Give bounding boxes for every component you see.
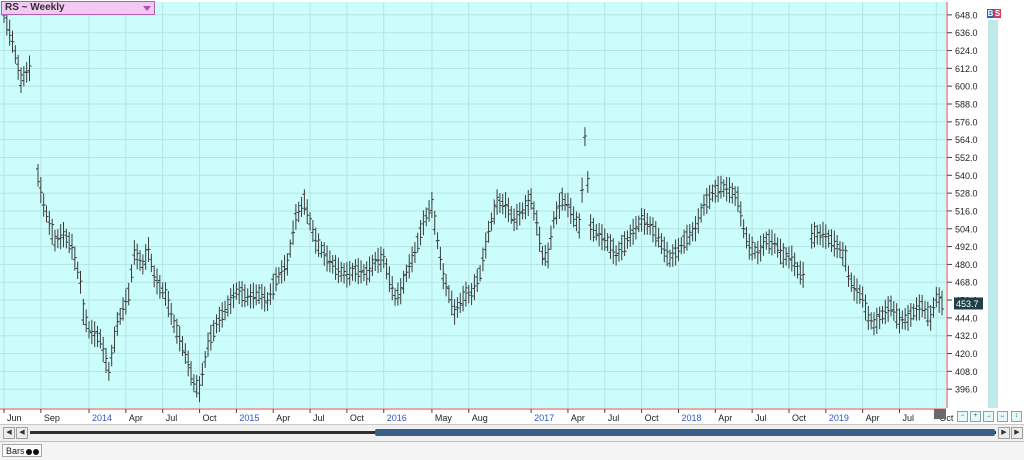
last-price-marker: 453.7 bbox=[954, 297, 983, 310]
x-tick-label: Oct bbox=[203, 413, 218, 423]
y-tick-label: 624.0 bbox=[955, 46, 978, 56]
y-tick-label: 576.0 bbox=[955, 117, 978, 127]
y-tick-label: 636.0 bbox=[955, 28, 978, 38]
buy-badge[interactable]: B bbox=[987, 9, 994, 18]
y-tick-label: 432.0 bbox=[955, 331, 978, 341]
x-tick-label: May bbox=[435, 413, 453, 423]
sell-badge[interactable]: S bbox=[994, 9, 1001, 18]
x-tick-label: Jul bbox=[166, 413, 178, 423]
x-tick-label: Aug bbox=[472, 413, 488, 423]
price-chart: 648.0 636.0 624.0 612.0 600.0 588.0 576.0 564.0… bbox=[0, 2, 1002, 424]
status-bar: Bars bbox=[0, 441, 1024, 460]
scroll-thumb[interactable] bbox=[375, 429, 995, 436]
glasses-icon bbox=[26, 449, 32, 455]
x-tick-label: Jul bbox=[902, 413, 914, 423]
y-tick-label: 480.0 bbox=[955, 260, 978, 270]
fit-icon[interactable]: ↔ bbox=[997, 411, 1008, 422]
symbol-selector[interactable]: RS ~ Weekly bbox=[1, 1, 155, 15]
x-tick-label: 2019 bbox=[829, 413, 849, 423]
x-tick-label: Sep bbox=[44, 413, 60, 423]
x-tick-label: Apr bbox=[276, 413, 290, 423]
y-tick-label: 552.0 bbox=[955, 153, 978, 163]
bottom-right-marker bbox=[934, 409, 946, 419]
x-tick-label: Oct bbox=[645, 413, 660, 423]
scroll-end-icon[interactable]: → bbox=[983, 411, 994, 422]
y-tick-label: 468.0 bbox=[955, 278, 978, 288]
scroll-right-icon[interactable]: ▶ bbox=[998, 427, 1010, 439]
x-tick-label: 2015 bbox=[239, 413, 259, 423]
x-tick-label: 2014 bbox=[92, 413, 112, 423]
x-tick-label: 2018 bbox=[681, 413, 701, 423]
y-tick-label: 492.0 bbox=[955, 242, 978, 252]
plot-area bbox=[0, 2, 946, 408]
zoom-out-icon[interactable]: − bbox=[957, 411, 968, 422]
scale-column bbox=[988, 20, 998, 408]
scroll-left-icon[interactable]: ◀ bbox=[16, 427, 28, 439]
y-tick-label: 648.0 bbox=[955, 10, 978, 20]
x-tick-label: Jul bbox=[313, 413, 325, 423]
chart-window: 648.0 636.0 624.0 612.0 600.0 588.0 576.0 564.0… bbox=[0, 0, 1024, 460]
buy-badge-label: B bbox=[987, 9, 994, 18]
x-tick-label: Jun bbox=[7, 413, 22, 423]
y-tick-label: 564.0 bbox=[955, 135, 978, 145]
y-tick-label: 504.0 bbox=[955, 224, 978, 234]
zoom-in-icon[interactable]: + bbox=[970, 411, 981, 422]
y-tick-label: 540.0 bbox=[955, 171, 978, 181]
y-tick-label: 612.0 bbox=[955, 64, 978, 74]
last-price-label: 453.7 bbox=[956, 299, 979, 309]
bars-tab-label: Bars bbox=[6, 446, 25, 456]
dropdown-caret-icon[interactable] bbox=[143, 6, 151, 11]
x-tick-label: Jul bbox=[755, 413, 767, 423]
x-tick-label: Apr bbox=[571, 413, 585, 423]
x-tick-label: Jul bbox=[608, 413, 620, 423]
sell-badge-label: S bbox=[994, 9, 1001, 18]
horizontal-scrollbar[interactable]: ◀ ◀ ▶ ▶ bbox=[0, 424, 1024, 441]
x-tick-label: Apr bbox=[866, 413, 880, 423]
x-tick-label: Apr bbox=[718, 413, 732, 423]
y-tick-label: 588.0 bbox=[955, 100, 978, 110]
scroll-first-icon[interactable]: ◀ bbox=[3, 427, 15, 439]
x-tick-label: 2017 bbox=[534, 413, 554, 423]
y-tick-label: 420.0 bbox=[955, 349, 978, 359]
symbol-label: RS ~ Weekly bbox=[5, 2, 65, 13]
glasses-icon-right bbox=[33, 449, 39, 455]
x-tick-label: 2016 bbox=[387, 413, 407, 423]
x-tick-label: Apr bbox=[129, 413, 143, 423]
bars-tab[interactable]: Bars bbox=[2, 444, 42, 457]
scroll-last-icon[interactable]: ▶ bbox=[1011, 427, 1023, 439]
y-tick-label: 444.0 bbox=[955, 313, 978, 323]
expand-icon[interactable]: ↕ bbox=[1011, 411, 1022, 422]
x-tick-label: Oct bbox=[792, 413, 807, 423]
y-tick-label: 600.0 bbox=[955, 82, 978, 92]
y-tick-label: 528.0 bbox=[955, 189, 978, 199]
y-tick-label: 408.0 bbox=[955, 367, 978, 377]
x-tick-label: Oct bbox=[350, 413, 365, 423]
y-tick-label: 396.0 bbox=[955, 385, 978, 395]
y-tick-label: 516.0 bbox=[955, 206, 978, 216]
